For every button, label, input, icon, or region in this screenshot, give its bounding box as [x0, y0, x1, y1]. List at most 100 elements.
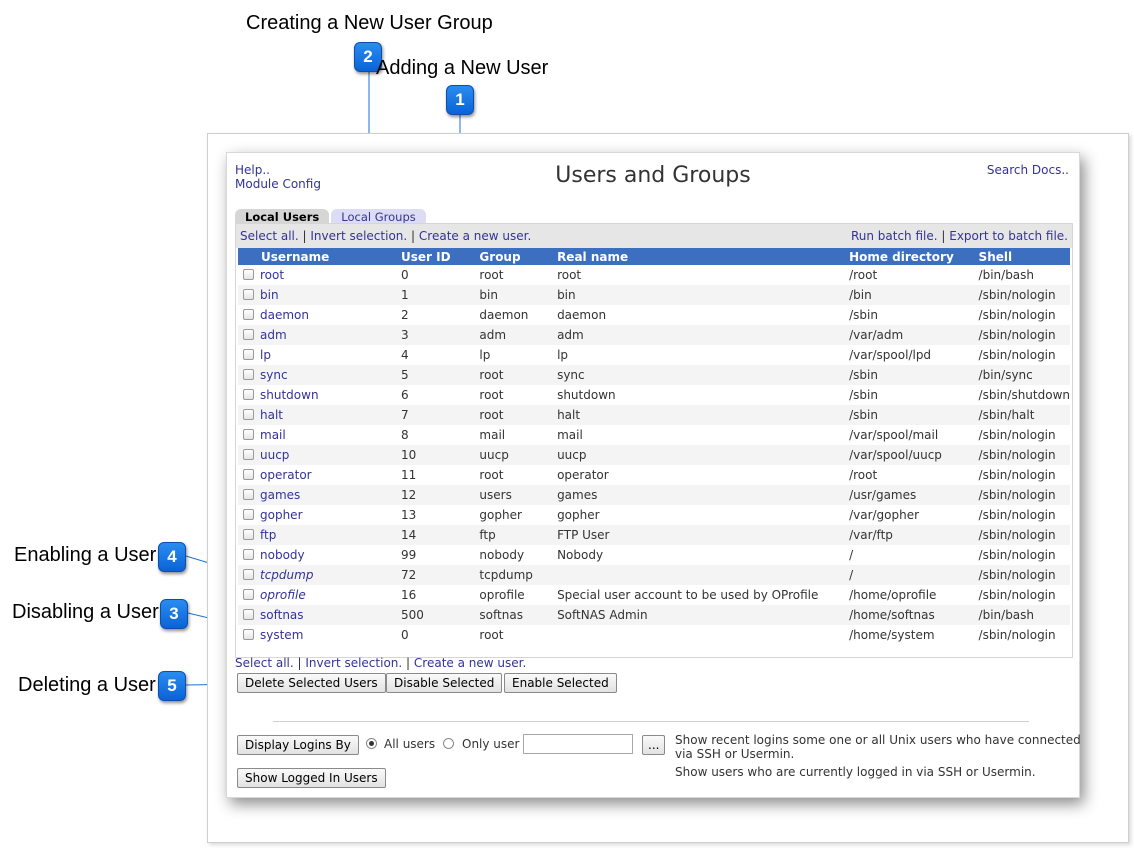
column-header-username[interactable]: Username [238, 248, 402, 265]
group-cell: root [479, 628, 504, 642]
group-cell: root [479, 365, 558, 385]
row-select-checkbox[interactable] [243, 389, 254, 400]
username-cell: system [238, 625, 401, 645]
real-name-cell [557, 625, 849, 645]
column-header-group[interactable]: Group [479, 248, 558, 265]
username-cell: daemon [238, 305, 401, 325]
row-select-checkbox[interactable] [243, 329, 254, 340]
enable-selected-button[interactable]: Enable Selected [504, 673, 617, 693]
group-cell: bin [479, 285, 558, 305]
row-select-checkbox[interactable] [243, 569, 254, 580]
username-link[interactable]: nobody [260, 548, 305, 562]
home-directory-cell: /var/adm [849, 325, 979, 345]
row-select-checkbox[interactable] [243, 529, 254, 540]
row-select-checkbox[interactable] [243, 469, 254, 480]
username-cell: shutdown [238, 385, 401, 405]
username-link[interactable]: bin [260, 288, 279, 302]
recent-logins-description-cont: via SSH or Usermin. [675, 747, 795, 761]
shell-cell: /sbin/nologin [978, 628, 1056, 642]
group-cell: tcpdump [479, 565, 558, 585]
row-select-checkbox[interactable] [243, 629, 254, 640]
column-header-home-directory[interactable]: Home directory [849, 248, 979, 265]
table-action-bar: Select all. | Invert selection. | Create… [236, 224, 1072, 248]
row-select-checkbox[interactable] [243, 269, 254, 280]
group-cell: oprofile [479, 588, 525, 602]
real-name-cell: root [557, 268, 582, 282]
username-link[interactable]: mail [260, 428, 286, 442]
row-select-checkbox[interactable] [243, 349, 254, 360]
shell-cell: /bin/sync [978, 365, 1070, 385]
username-link[interactable]: ftp [260, 528, 276, 542]
callout-label-disable-user: Disabling a User [12, 601, 159, 623]
select-all-link[interactable]: Select all. [240, 229, 299, 243]
username-cell: ftp [238, 525, 402, 545]
username-link[interactable]: uucp [260, 448, 289, 462]
username-link[interactable]: oprofile [260, 588, 306, 602]
create-user-link-bottom[interactable]: Create a new user. [414, 656, 526, 670]
select-all-link-bottom[interactable]: Select all. [235, 656, 294, 670]
row-select-checkbox[interactable] [243, 489, 254, 500]
home-directory-cell: / [849, 565, 979, 585]
username-link[interactable]: sync [260, 368, 288, 382]
table-row: ftp 14 ftp FTP User/var/ftp/sbin/nologin [238, 525, 1070, 545]
username-link[interactable]: lp [260, 348, 271, 362]
row-select-checkbox[interactable] [243, 369, 254, 380]
search-docs-link[interactable]: Search Docs.. [987, 163, 1069, 177]
user-id-cell: 1 [401, 285, 480, 305]
only-user-label: Only user [462, 737, 520, 751]
user-id-cell: 14 [401, 525, 480, 545]
user-id-cell: 7 [401, 405, 480, 425]
show-logged-in-users-button[interactable]: Show Logged In Users [237, 768, 386, 788]
create-user-link[interactable]: Create a new user. [419, 229, 531, 243]
username-link[interactable]: softnas [260, 608, 304, 622]
row-select-checkbox[interactable] [243, 549, 254, 560]
row-select-checkbox[interactable] [243, 309, 254, 320]
row-select-checkbox[interactable] [243, 509, 254, 520]
home-directory-cell: /var/ftp [849, 525, 979, 545]
column-header-user-id[interactable]: User ID [401, 248, 480, 265]
username-link[interactable]: root [260, 268, 284, 282]
username-link[interactable]: halt [260, 408, 283, 422]
shell-cell: /sbin/nologin [978, 445, 1070, 465]
username-link[interactable]: operator [260, 468, 312, 482]
username-cell: oprofile [238, 585, 401, 605]
shell-cell: /sbin/nologin [978, 468, 1056, 482]
home-directory-cell: /bin [849, 285, 979, 305]
disable-selected-button[interactable]: Disable Selected [386, 673, 503, 693]
table-header-row: Username User ID Group Real name Home di… [238, 248, 1070, 265]
user-id-cell: 13 [401, 508, 417, 522]
table-row: operator 11 root operator/root/sbin/nologin [238, 465, 1070, 485]
only-user-radio[interactable] [443, 738, 454, 749]
browse-user-button[interactable]: ... [642, 735, 666, 755]
home-directory-cell: /usr/games [849, 485, 979, 505]
username-link[interactable]: gopher [260, 508, 303, 522]
username-link[interactable]: daemon [260, 308, 309, 322]
all-users-radio[interactable] [366, 738, 377, 749]
delete-selected-users-button[interactable]: Delete Selected Users [237, 673, 386, 693]
display-logins-by-button[interactable]: Display Logins By [237, 735, 359, 755]
column-header-shell[interactable]: Shell [978, 248, 1070, 265]
run-batch-link[interactable]: Run batch file. [851, 229, 938, 243]
invert-selection-link[interactable]: Invert selection. [310, 229, 407, 243]
username-cell: halt [238, 405, 402, 425]
column-header-real-name[interactable]: Real name [557, 248, 850, 265]
row-select-checkbox[interactable] [243, 449, 254, 460]
only-user-input[interactable] [523, 734, 633, 754]
username-link[interactable]: shutdown [260, 388, 319, 402]
callout-badge-3: 3 [160, 599, 188, 629]
username-link[interactable]: tcpdump [260, 568, 313, 582]
invert-selection-link-bottom[interactable]: Invert selection. [305, 656, 402, 670]
username-link[interactable]: system [260, 628, 303, 642]
home-directory-cell: /home/oprofile [849, 588, 937, 602]
row-select-checkbox[interactable] [243, 289, 254, 300]
row-select-checkbox[interactable] [243, 589, 254, 600]
username-cell: mail [238, 425, 401, 445]
shell-cell: /sbin/nologin [978, 308, 1056, 322]
username-link[interactable]: games [260, 488, 300, 502]
username-link[interactable]: adm [260, 328, 287, 342]
export-batch-link[interactable]: Export to batch file. [949, 229, 1068, 243]
row-select-checkbox[interactable] [243, 429, 254, 440]
separator: | [302, 229, 307, 243]
row-select-checkbox[interactable] [243, 409, 254, 420]
row-select-checkbox[interactable] [243, 609, 254, 620]
